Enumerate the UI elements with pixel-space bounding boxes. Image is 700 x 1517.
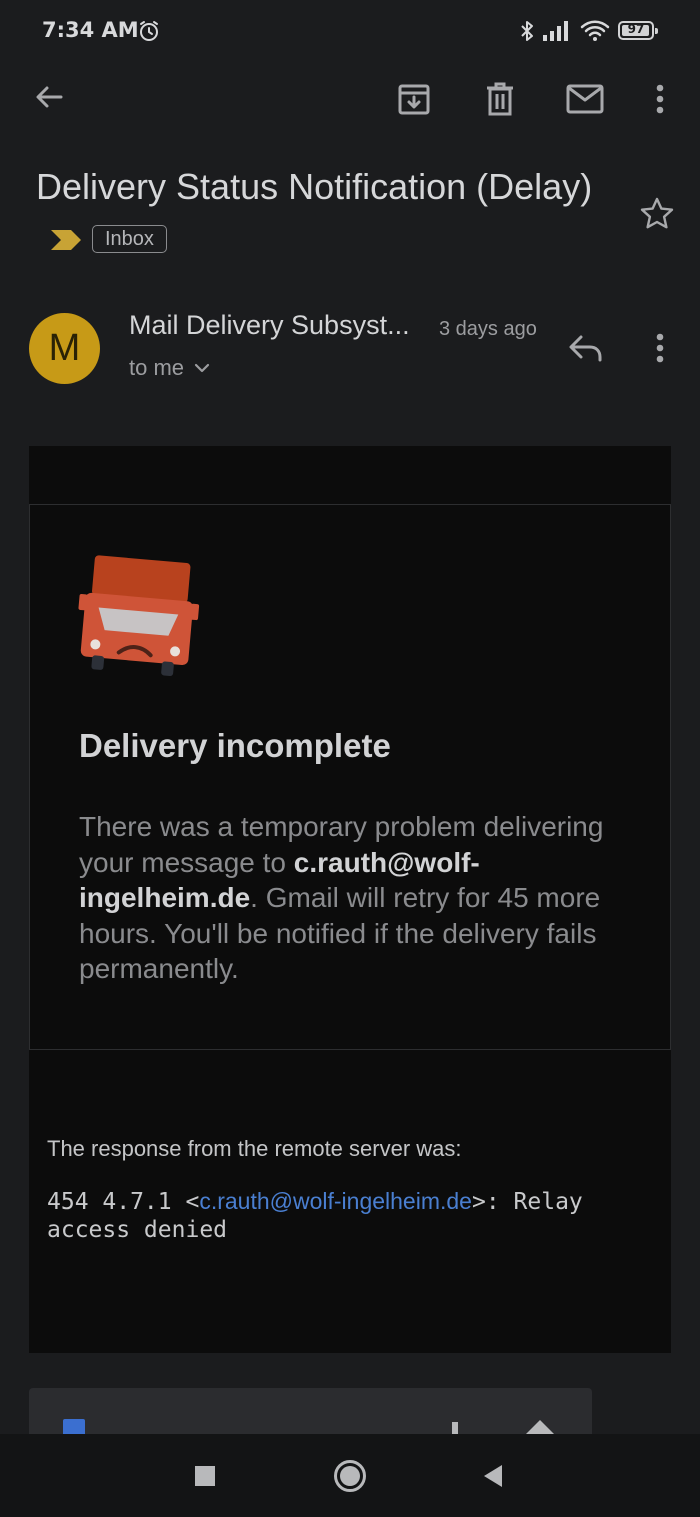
document-icon bbox=[63, 1419, 85, 1434]
more-vert-icon bbox=[656, 333, 664, 363]
status-time: 7:34 AM bbox=[42, 18, 139, 42]
card-title: Delivery incomplete bbox=[79, 727, 391, 764]
home-button[interactable] bbox=[326, 1452, 374, 1500]
download-icon[interactable] bbox=[452, 1422, 458, 1434]
response-email-link[interactable]: c.rauth@wolf-ingelheim.de bbox=[199, 1188, 472, 1214]
signal-icon bbox=[542, 20, 572, 42]
mail-icon bbox=[566, 84, 604, 114]
trash-icon bbox=[487, 82, 513, 116]
alarm-icon bbox=[137, 19, 161, 43]
card-text: There was a temporary problem delivering… bbox=[79, 809, 639, 987]
delivery-card: Delivery incomplete There was a temporar… bbox=[29, 504, 671, 1050]
message-more-button[interactable] bbox=[636, 324, 684, 372]
more-options-button[interactable] bbox=[636, 75, 684, 123]
subject-line: Delivery Status Notification (Delay) Inbo… bbox=[36, 160, 596, 268]
drive-icon[interactable] bbox=[526, 1420, 554, 1434]
back-arrow-icon bbox=[36, 86, 63, 108]
response-label: The response from the remote server was: bbox=[47, 1136, 462, 1161]
sad-truck-icon bbox=[76, 553, 200, 679]
mark-unread-button[interactable] bbox=[561, 75, 609, 123]
response-code-prefix: 454 4.7.1 < bbox=[47, 1189, 200, 1215]
response-code: 454 4.7.1 <c.rauth@wolf-ingelheim.de>: R… bbox=[47, 1187, 647, 1244]
more-vert-icon bbox=[656, 84, 664, 114]
delete-button[interactable] bbox=[476, 75, 524, 123]
subject-text: Delivery Status Notification (Delay) bbox=[36, 166, 593, 207]
star-button[interactable] bbox=[633, 190, 681, 238]
recipients-toggle[interactable]: to me bbox=[129, 355, 210, 381]
battery-indicator: 97 bbox=[618, 21, 658, 40]
inbox-label-chip[interactable]: Inbox bbox=[92, 225, 167, 254]
wifi-icon bbox=[580, 18, 610, 42]
reply-icon bbox=[569, 335, 602, 362]
back-nav-button[interactable] bbox=[469, 1452, 517, 1500]
sender-avatar[interactable]: M bbox=[29, 313, 100, 384]
archive-button[interactable] bbox=[390, 75, 438, 123]
status-bar: 7:34 AM 97 bbox=[0, 0, 700, 64]
bluetooth-icon bbox=[519, 19, 535, 43]
recents-square-icon bbox=[195, 1466, 215, 1486]
back-triangle-icon bbox=[484, 1465, 502, 1487]
attachment-preview[interactable] bbox=[29, 1388, 592, 1434]
chevron-down-icon bbox=[194, 363, 210, 373]
recipients-text: to me bbox=[129, 355, 185, 380]
sender-name: Mail Delivery Subsyst... bbox=[129, 310, 410, 340]
back-button[interactable] bbox=[25, 73, 73, 121]
message-body: Delivery incomplete There was a temporar… bbox=[29, 446, 671, 1353]
archive-icon bbox=[398, 84, 430, 115]
importance-marker-icon[interactable] bbox=[50, 228, 82, 252]
home-circle-icon bbox=[334, 1460, 366, 1492]
reply-button[interactable] bbox=[562, 324, 610, 372]
battery-tip bbox=[655, 28, 658, 34]
system-nav-bar bbox=[0, 1434, 700, 1517]
battery-text: 97 bbox=[627, 22, 645, 36]
sender-time: 3 days ago bbox=[439, 318, 537, 340]
star-icon bbox=[640, 197, 674, 229]
recents-button[interactable] bbox=[181, 1452, 229, 1500]
